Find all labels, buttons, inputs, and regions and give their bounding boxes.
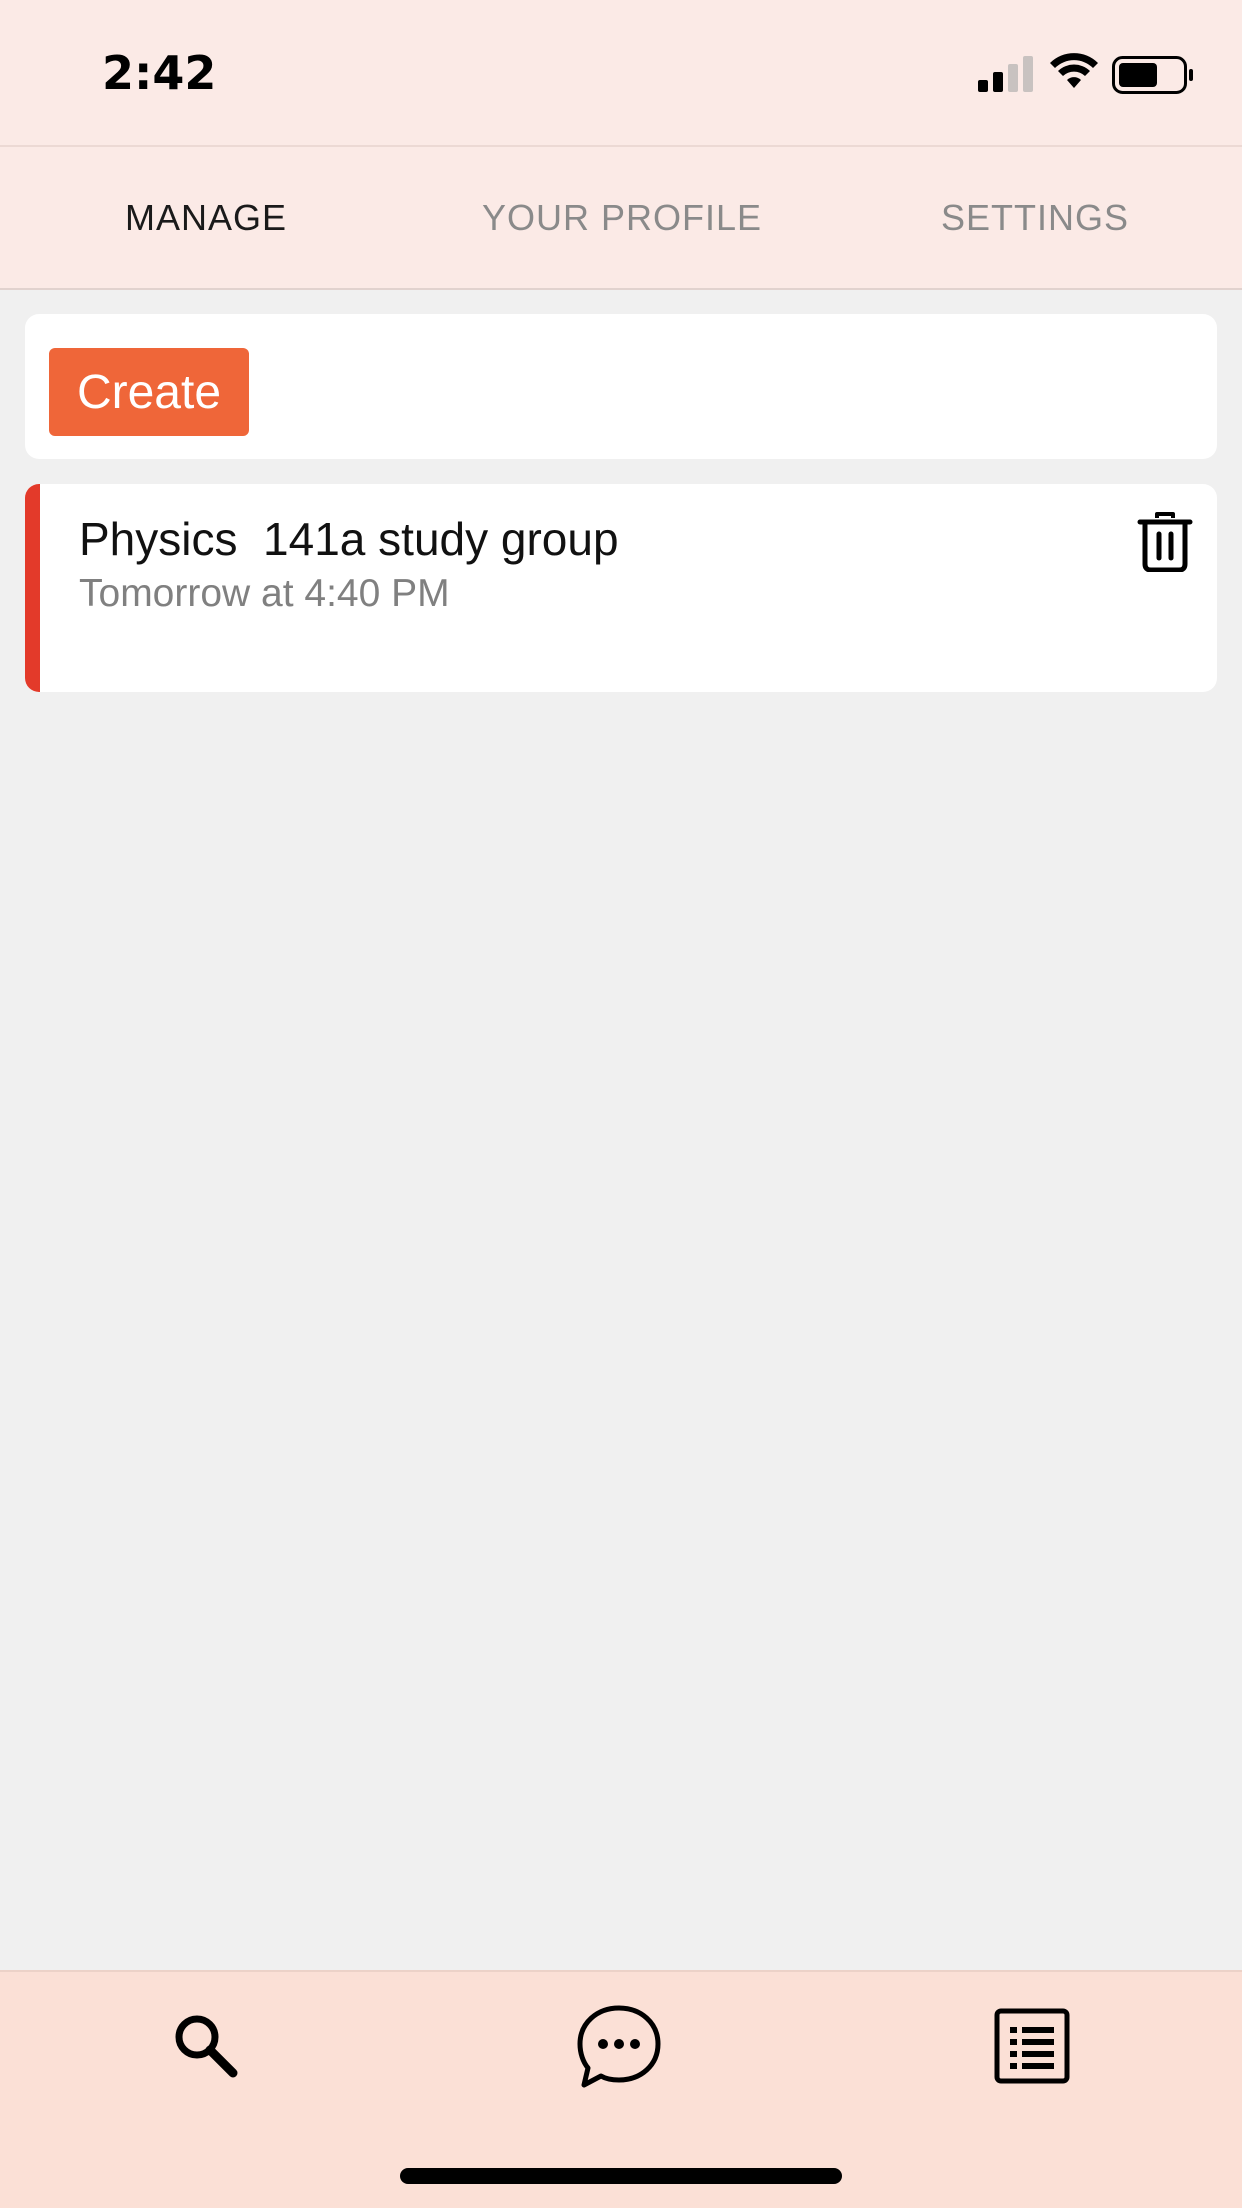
home-indicator[interactable] bbox=[400, 2168, 842, 2184]
chat-bubble-icon[interactable] bbox=[574, 2002, 664, 2092]
event-card[interactable]: Physics 141a study group Tomorrow at 4:4… bbox=[25, 484, 1217, 692]
wifi-icon bbox=[1050, 53, 1098, 88]
status-time: 2:42 bbox=[102, 46, 217, 100]
trash-icon[interactable] bbox=[1137, 512, 1193, 572]
event-accent-bar bbox=[25, 484, 40, 692]
create-button[interactable]: Create bbox=[49, 348, 249, 436]
search-icon[interactable] bbox=[170, 2010, 240, 2080]
event-time: Tomorrow at 4:40 PM bbox=[79, 572, 450, 615]
battery-icon bbox=[1112, 56, 1193, 94]
create-card: Create bbox=[25, 314, 1217, 459]
top-tab-bar: MANAGE YOUR PROFILE SETTINGS bbox=[0, 145, 1242, 290]
tab-manage[interactable]: MANAGE bbox=[60, 147, 352, 288]
status-bar: 2:42 bbox=[0, 0, 1242, 145]
cellular-signal-icon bbox=[978, 56, 1033, 92]
tab-your-profile[interactable]: YOUR PROFILE bbox=[440, 147, 804, 288]
bottom-nav bbox=[0, 1970, 1242, 2208]
event-title: Physics 141a study group bbox=[79, 513, 619, 565]
list-icon[interactable] bbox=[994, 2008, 1070, 2084]
tab-settings[interactable]: SETTINGS bbox=[890, 147, 1180, 288]
